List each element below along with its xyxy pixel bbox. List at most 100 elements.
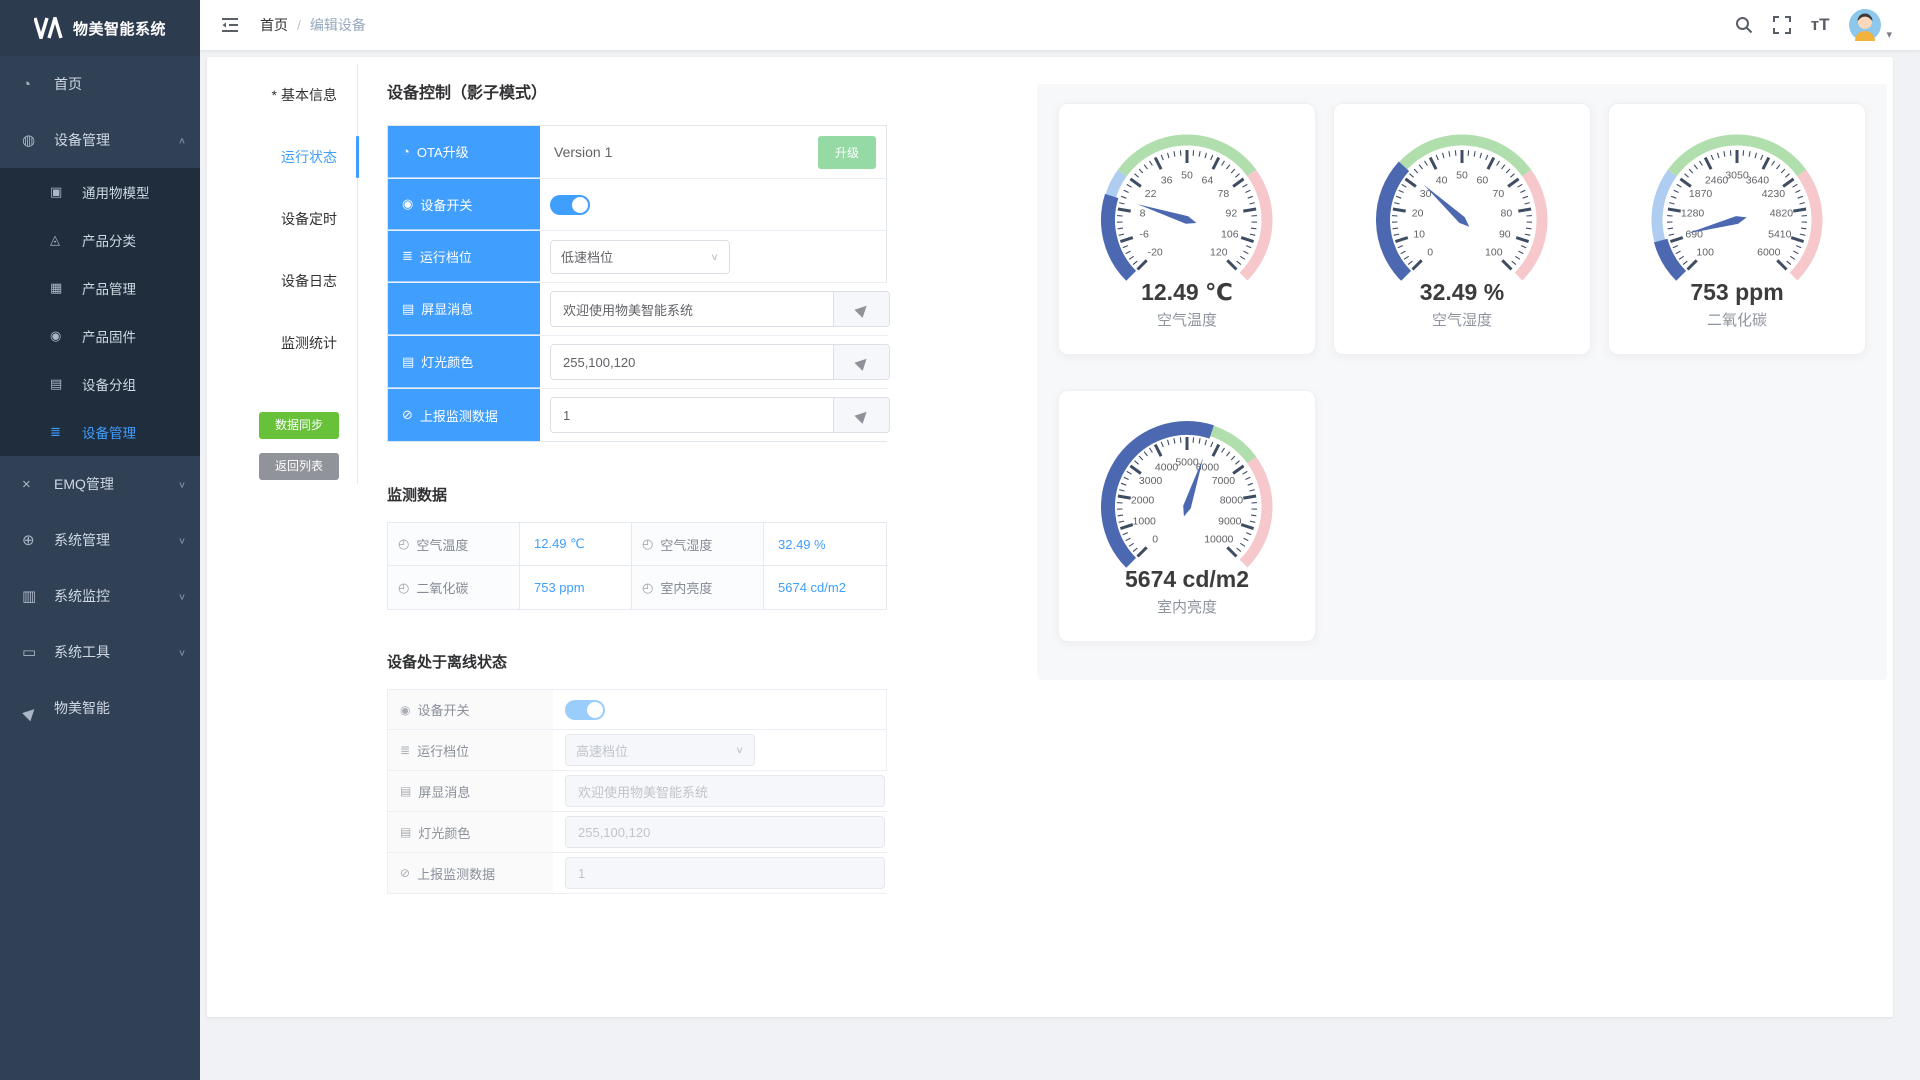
svg-text:120: 120 [1210, 246, 1228, 258]
gauge-svg: 010203040506070809010032.49 %空气湿度 [1342, 118, 1582, 330]
svg-text:6000: 6000 [1757, 246, 1781, 258]
report-data-input[interactable] [551, 398, 833, 432]
screen-message-input[interactable] [551, 292, 833, 326]
app-logo[interactable]: 物美智能系统 [0, 0, 200, 56]
tab-basic-info[interactable]: * 基本信息 [247, 64, 357, 126]
upgrade-button[interactable]: 升级 [818, 136, 876, 169]
sidebar-item-thing-model[interactable]: ▣ 通用物模型 [0, 168, 200, 216]
send-icon: ▶ [851, 299, 872, 320]
svg-text:100: 100 [1696, 246, 1714, 258]
gauge-panel: -20-6822365064789210612012.49 ℃空气温度01020… [1037, 84, 1887, 680]
offline-message-row: ▤屏显消息 [388, 770, 886, 811]
product-manage-icon: ▦ [50, 280, 74, 296]
data-sync-button[interactable]: 数据同步 [259, 412, 339, 439]
svg-text:64: 64 [1202, 174, 1214, 186]
send-message-button[interactable]: ▶ [833, 292, 889, 326]
required-mark: * [272, 87, 277, 103]
user-menu[interactable]: ▾ [1849, 9, 1892, 41]
light-color-input[interactable] [551, 345, 833, 379]
gauge-value: 32.49 % [1420, 279, 1504, 305]
chevron-down-icon: ∨ [178, 535, 186, 545]
svg-text:1870: 1870 [1689, 188, 1713, 200]
gauge-grid: -20-6822365064789210612012.49 ℃空气温度01020… [1037, 84, 1887, 680]
sidebar: 物美智能系统 ◔ 首页 ◍ 设备管理 ∧ ▣ 通用物模型 ◬ 产品分类 ▦ 产品… [0, 0, 200, 1080]
device-manage-icon: ◍ [22, 131, 46, 149]
breadcrumb-separator: / [297, 17, 301, 33]
sidebar-item-system-manage[interactable]: ⊕ 系统管理 ∨ [0, 512, 200, 568]
thing-model-icon: ▣ [50, 184, 74, 200]
monitor-data-table: ◴空气温度 12.49 ℃ ◴空气湿度 32.49 % ◴二氧化碳 753 pp… [387, 522, 887, 610]
chevron-up-icon: ∧ [178, 135, 186, 145]
svg-text:1280: 1280 [1681, 208, 1705, 220]
send-icon: ▶ [851, 405, 872, 426]
svg-text:40: 40 [1436, 174, 1448, 186]
document-icon: ▤ [400, 784, 411, 798]
tab-device-timer[interactable]: 设备定时 [247, 188, 357, 250]
device-list-icon: ≣ [50, 424, 74, 440]
sidebar-item-product-manage[interactable]: ▦ 产品管理 [0, 264, 200, 312]
shadow-control-table: ◔OTA升级 Version 1 升级 ◉设备开关 ≣运行档位 低速档位 ∨ [387, 125, 887, 442]
monitor-label: ◴二氧化碳 [388, 566, 520, 609]
chevron-down-icon: ∨ [178, 479, 186, 489]
sidebar-item-emq[interactable]: × EMQ管理 ∨ [0, 456, 200, 512]
send-color-button[interactable]: ▶ [833, 345, 889, 379]
fullscreen-icon[interactable] [1773, 16, 1791, 34]
sidebar-item-device-list[interactable]: ≣ 设备管理 [0, 408, 200, 456]
edit-device-page: * 基本信息 运行状态 设备定时 设备日志 监测统计 数据同步 返回列表 设备控… [207, 57, 1893, 1017]
svg-text:90: 90 [1499, 228, 1511, 240]
ota-row: ◔OTA升级 Version 1 升级 [388, 126, 886, 178]
svg-text:3640: 3640 [1746, 174, 1770, 186]
system-manage-icon: ⊕ [22, 531, 46, 549]
offline-gear-row: ≣运行档位 高速档位 ∨ [388, 729, 886, 770]
svg-text:20: 20 [1412, 208, 1424, 220]
monitor-label: ◴空气温度 [388, 523, 520, 566]
system-tools-icon: ▭ [22, 643, 46, 661]
logo-mark-icon [34, 17, 64, 39]
offline-table: ◉设备开关 ≣运行档位 高速档位 ∨ ▤屏显消息 [387, 689, 887, 894]
offline-state-section: 设备处于离线状态 ◉设备开关 ≣运行档位 高速档位 ∨ ▤屏显消息 [387, 651, 887, 894]
sidebar-item-product-category[interactable]: ◬ 产品分类 [0, 216, 200, 264]
sidebar-item-home[interactable]: ◔ 首页 [0, 56, 200, 112]
offline-color-row: ▤灯光颜色 [388, 811, 886, 852]
sidebar-item-device-manage[interactable]: ◍ 设备管理 ∧ [0, 112, 200, 168]
sidebar-item-device-group[interactable]: ▤ 设备分组 [0, 360, 200, 408]
run-gear-select[interactable]: 低速档位 ∨ [550, 240, 730, 274]
sidebar-item-system-tools[interactable]: ▭ 系统工具 ∨ [0, 624, 200, 680]
svg-text:78: 78 [1218, 188, 1230, 200]
search-icon[interactable] [1735, 16, 1753, 34]
gauge-title: 空气湿度 [1432, 312, 1492, 329]
gauge-value: 753 ppm [1690, 279, 1783, 305]
breadcrumb-home[interactable]: 首页 [260, 15, 288, 35]
font-size-icon[interactable]: ᴛT [1811, 15, 1830, 35]
sidebar-item-wumei[interactable]: ▶ 物美智能 [0, 680, 200, 736]
tab-device-log[interactable]: 设备日志 [247, 250, 357, 312]
gauge-value: 12.49 ℃ [1141, 279, 1233, 305]
send-report-button[interactable]: ▶ [833, 398, 889, 432]
device-switch-row: ◉设备开关 [388, 178, 886, 230]
run-gear-row: ≣运行档位 低速档位 ∨ [388, 230, 886, 282]
svg-text:100: 100 [1485, 246, 1503, 258]
svg-text:7000: 7000 [1212, 475, 1236, 487]
gauge-icon: ◴ [642, 536, 653, 552]
device-switch-toggle[interactable] [550, 195, 590, 215]
sidebar-item-product-firmware[interactable]: ◉ 产品固件 [0, 312, 200, 360]
chevron-down-icon: ∨ [178, 647, 186, 657]
send-icon: ▶ [851, 352, 872, 373]
svg-text:60: 60 [1477, 174, 1489, 186]
topbar: 首页 / 编辑设备 ᴛT ▾ [200, 0, 1920, 50]
report-data-row: ⊘上报监测数据 ▶ [388, 388, 886, 441]
sidebar-toggle-icon[interactable] [220, 16, 240, 34]
monitor-label: ◴室内亮度 [632, 566, 764, 609]
offline-report-row: ⊘上报监测数据 [388, 852, 886, 893]
document-icon: ▤ [400, 825, 411, 839]
svg-text:1000: 1000 [1133, 515, 1157, 527]
sidebar-item-system-monitor[interactable]: ▥ 系统监控 ∨ [0, 568, 200, 624]
tab-monitor-stats[interactable]: 监测统计 [247, 312, 357, 374]
gauge-icon: ◴ [642, 580, 653, 596]
svg-text:92: 92 [1226, 208, 1238, 220]
gauge-title: 二氧化碳 [1707, 312, 1767, 329]
back-to-list-button[interactable]: 返回列表 [259, 453, 339, 480]
gauge-title: 空气温度 [1157, 312, 1217, 329]
svg-text:10000: 10000 [1204, 533, 1233, 545]
tab-running-status[interactable]: 运行状态 [247, 126, 357, 188]
